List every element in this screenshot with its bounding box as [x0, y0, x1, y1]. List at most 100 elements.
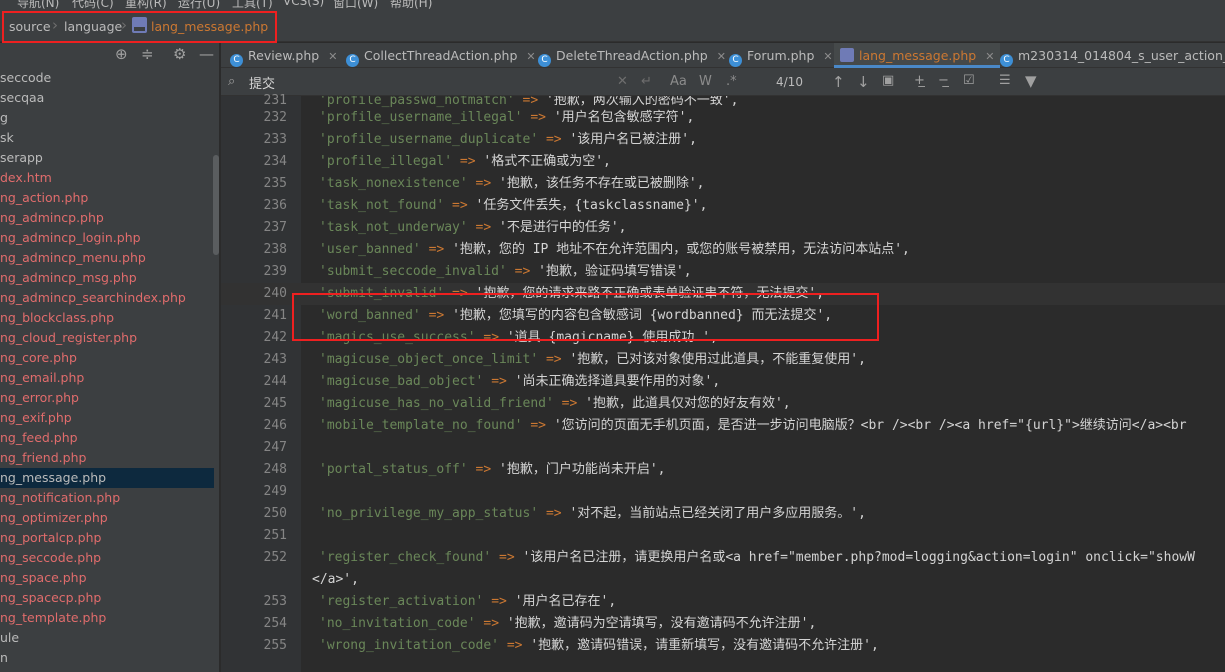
arrow-operator: =>: [483, 374, 515, 389]
tree-item[interactable]: ng_exif.php: [0, 408, 214, 428]
close-icon[interactable]: ✕: [985, 50, 994, 63]
tree-item[interactable]: ng_action.php: [0, 188, 214, 208]
menu-help[interactable]: 帮助(H): [390, 0, 432, 10]
array-key: 'profile_username_duplicate': [319, 132, 539, 147]
tree-item[interactable]: ng_spacecp.php: [0, 588, 214, 608]
code-line: 'user_banned' => '抱歉，您的 IP 地址不在允许范围内，或您的…: [319, 239, 910, 261]
tree-item[interactable]: ng_admincp_msg.php: [0, 268, 214, 288]
tab-migration[interactable]: Cm230314_014804_s_user_action_log.: [1000, 43, 1225, 68]
filter-icon[interactable]: ▼: [1025, 72, 1037, 90]
tree-item[interactable]: ng_error.php: [0, 388, 214, 408]
breadcrumb-language[interactable]: language: [64, 19, 122, 34]
select-all-icon[interactable]: ▣: [882, 73, 894, 88]
tree-item[interactable]: ng_email.php: [0, 368, 214, 388]
code-line: 'task_nonexistence' => '抱歉，该任务不存在或已被删除',: [319, 173, 705, 195]
tab-delete-thread-action[interactable]: C DeleteThreadAction.php ✕: [538, 43, 726, 68]
tree-item[interactable]: ng_admincp_login.php: [0, 228, 214, 248]
multiline-icon[interactable]: ☰: [999, 73, 1011, 88]
regex-toggle[interactable]: .*: [726, 74, 737, 89]
tree-item[interactable]: ng_feed.php: [0, 428, 214, 448]
tree-item[interactable]: ng_space.php: [0, 568, 214, 588]
new-line-icon[interactable]: ↵: [641, 74, 652, 89]
arrow-operator: =>: [475, 330, 507, 345]
sidebar-scrollbar[interactable]: [213, 155, 219, 255]
editor-tabbar: C Review.php ✕ C CollectThreadAction.php ✕ C…: [221, 43, 1225, 68]
tree-item[interactable]: ng_portalcp.php: [0, 528, 214, 548]
menu-tools[interactable]: 工具(T): [232, 0, 273, 10]
tree-item[interactable]: seccode: [0, 68, 214, 88]
menu-bar: 导航(N) 代码(C) 重构(R) 运行(U) 工具(T) VCS(S) 窗口(…: [0, 0, 1225, 10]
code-line: 'profile_username_duplicate' => '该用户名已被注…: [319, 129, 697, 151]
tree-item[interactable]: serapp: [0, 148, 214, 168]
tab-label: Forum.php: [747, 48, 815, 63]
close-icon[interactable]: ✕: [823, 50, 832, 63]
clear-icon[interactable]: ✕: [617, 74, 628, 89]
add-occurrence-icon[interactable]: +̲: [914, 73, 925, 88]
whole-words-toggle[interactable]: W: [699, 74, 712, 89]
match-case-toggle[interactable]: Aa: [670, 74, 687, 89]
line-number: 236: [263, 198, 287, 213]
tab-collect-thread-action[interactable]: C CollectThreadAction.php ✕: [346, 43, 536, 68]
tree-item[interactable]: ng_friend.php: [0, 448, 214, 468]
tree-item[interactable]: dex.htm: [0, 168, 214, 188]
tree-item[interactable]: ng_admincp_menu.php: [0, 248, 214, 268]
search-input[interactable]: [249, 71, 629, 93]
arrow-operator: =>: [467, 462, 500, 477]
line-number: 248: [263, 462, 287, 477]
locate-icon[interactable]: ⊕: [115, 45, 128, 63]
tree-item[interactable]: ng_admincp_searchindex.php: [0, 288, 214, 308]
line-number: 243: [263, 352, 287, 367]
tree-item[interactable]: n: [0, 648, 214, 668]
tree-item[interactable]: ng_cloud_register.php: [0, 328, 214, 348]
class-icon: C: [1000, 54, 1013, 67]
line-number: 249: [263, 484, 287, 499]
remove-occurrence-icon[interactable]: −̲: [938, 73, 949, 88]
close-icon[interactable]: ✕: [526, 50, 535, 63]
collapse-icon[interactable]: ≑: [141, 45, 154, 63]
tree-item[interactable]: ng_seccode.php: [0, 548, 214, 568]
menu-refactor[interactable]: 重构(R): [125, 0, 167, 10]
hide-icon[interactable]: —: [199, 45, 214, 63]
tree-item[interactable]: ng_optimizer.php: [0, 508, 214, 528]
arrow-up-icon[interactable]: ↑: [832, 73, 845, 91]
arrow-operator: =>: [467, 176, 500, 191]
array-value: '格式不正确或为空',: [483, 154, 611, 169]
code-line: 'register_activation' => '用户名已存在',: [319, 591, 616, 613]
menu-window[interactable]: 窗口(W): [333, 0, 378, 10]
tree-item[interactable]: ng_template.php: [0, 608, 214, 628]
tree-item[interactable]: ule: [0, 628, 214, 648]
line-number: 252: [263, 550, 287, 565]
close-icon[interactable]: ✕: [717, 50, 726, 63]
menu-run[interactable]: 运行(U): [178, 0, 220, 10]
arrow-down-icon[interactable]: ↓: [857, 73, 870, 91]
tree-item[interactable]: ng_admincp.php: [0, 208, 214, 228]
breadcrumb-file[interactable]: lang_message.php: [151, 19, 268, 34]
line-number: 253: [263, 594, 287, 609]
menu-vcs[interactable]: VCS(S): [283, 0, 324, 8]
tree-item[interactable]: ng_core.php: [0, 348, 214, 368]
array-key: 'task_nonexistence': [319, 176, 468, 191]
tree-item[interactable]: g: [0, 108, 214, 128]
menu-code[interactable]: 代码(C): [72, 0, 114, 10]
gear-icon[interactable]: ⚙: [173, 45, 186, 63]
tree-item[interactable]: ng_blockclass.php: [0, 308, 214, 328]
tree-item[interactable]: ng_notification.php: [0, 488, 214, 508]
select-all-occurrences-icon[interactable]: ☑: [963, 73, 975, 88]
tree-item[interactable]: sk: [0, 128, 214, 148]
tree-item-selected[interactable]: ng_message.php: [0, 468, 214, 488]
tree-item[interactable]: secqaa: [0, 88, 214, 108]
code-editor[interactable]: 'profile_passwd_notmatch' => '抱歉，两次输入的密码…: [301, 96, 1225, 672]
array-value: '抱歉，此道具仅对您的好友有效',: [585, 396, 791, 411]
menu-navigate[interactable]: 导航(N): [17, 0, 59, 10]
code-line: 'no_invitation_code' => '抱歉，邀请码为空请填写，没有邀…: [319, 613, 816, 635]
search-icon[interactable]: ⌕: [228, 74, 235, 89]
tab-lang-message[interactable]: lang_message.php ✕: [834, 43, 1001, 68]
tab-review[interactable]: C Review.php ✕: [230, 43, 337, 68]
tab-forum[interactable]: C Forum.php ✕: [729, 43, 833, 68]
close-icon[interactable]: ✕: [328, 50, 337, 63]
arrow-operator: =>: [522, 110, 554, 125]
breadcrumb-source[interactable]: source: [9, 19, 51, 34]
find-bar: ⌕ ✕ ↵ Aa W .* 4/10 ↑ ↓ ▣ +̲ −̲ ☑ ☰ ▼: [221, 68, 1225, 96]
arrow-operator: =>: [553, 396, 586, 411]
arrow-operator: =>: [444, 286, 476, 301]
